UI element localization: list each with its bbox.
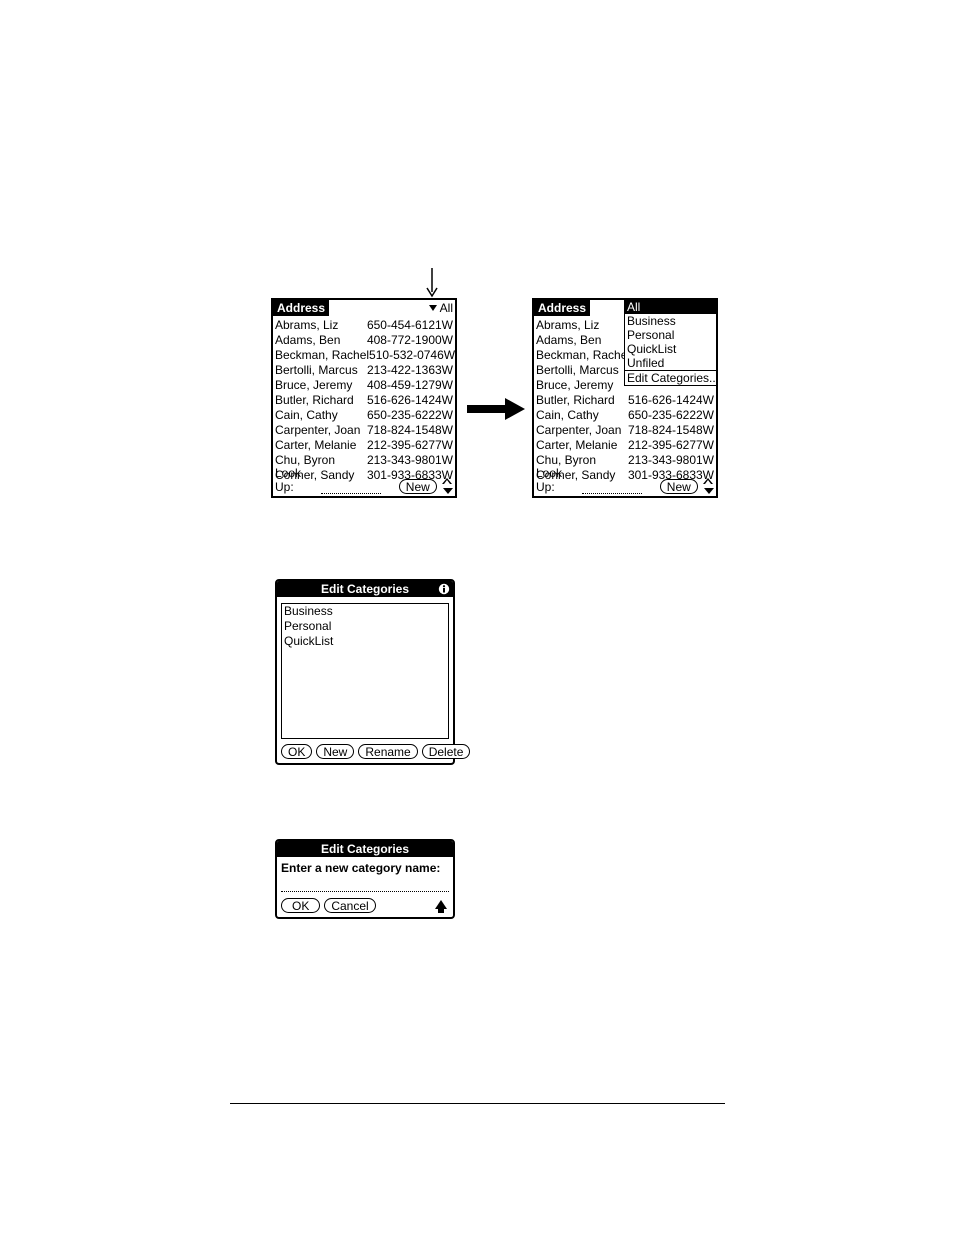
lookup-input[interactable] — [582, 481, 642, 494]
list-item[interactable]: Business — [282, 604, 448, 619]
dialog-title: Edit Categories — [321, 581, 409, 597]
category-picker-label: All — [440, 302, 453, 314]
category-picker[interactable]: All — [429, 300, 453, 316]
list-item: Butler, Richard516-626-1424W — [536, 393, 714, 408]
contact-list[interactable]: Abrams, Liz650-454-6121W Adams, Ben408-7… — [275, 318, 453, 483]
menu-item[interactable]: QuickList — [625, 342, 716, 356]
list-item: Adams, Ben408-772-1900W — [275, 333, 453, 348]
ok-button[interactable]: OK — [281, 898, 320, 913]
app-title: Address — [534, 300, 590, 316]
category-listbox[interactable]: Business Personal QuickList — [281, 603, 449, 739]
menu-item[interactable]: Business — [625, 314, 716, 328]
new-category-dialog: Edit Categories Enter a new category nam… — [275, 839, 455, 919]
menu-item[interactable]: All — [625, 300, 716, 314]
scroll-arrows[interactable] — [702, 478, 714, 494]
list-item: Bruce, Jeremy408-459-1279W — [275, 378, 453, 393]
menu-item[interactable]: Unfiled — [625, 356, 716, 370]
annotation-arrow-right — [467, 398, 525, 420]
list-item: Abrams, Liz650-454-6121W — [275, 318, 453, 333]
new-button[interactable]: New — [316, 744, 354, 759]
list-item: Carpenter, Joan718-824-1548W — [275, 423, 453, 438]
list-item: Beckman, Rachel510-532-0746W — [275, 348, 453, 363]
lookup-label: Look Up: — [275, 466, 317, 494]
lookup-label: Look Up: — [536, 466, 578, 494]
category-menu[interactable]: All Business Personal QuickList Unfiled … — [624, 299, 717, 386]
list-item: Bertolli, Marcus213-422-1363W — [275, 363, 453, 378]
list-item: Cain, Cathy650-235-6222W — [536, 408, 714, 423]
list-item[interactable]: Personal — [282, 619, 448, 634]
category-name-input[interactable] — [281, 881, 449, 892]
shift-indicator-icon — [435, 900, 447, 913]
delete-button[interactable]: Delete — [422, 744, 471, 759]
menu-item[interactable]: Personal — [625, 328, 716, 342]
ok-button[interactable]: OK — [281, 744, 312, 759]
dialog-title: Edit Categories — [321, 841, 409, 857]
annotation-arrow-down — [425, 268, 439, 298]
scroll-arrows[interactable] — [441, 478, 453, 494]
menu-item[interactable]: Edit Categories... — [625, 370, 716, 385]
list-item[interactable]: QuickList — [282, 634, 448, 649]
list-item: Carpenter, Joan718-824-1548W — [536, 423, 714, 438]
page-rule — [230, 1103, 725, 1104]
address-window-right: Address Abrams, Liz Adams, Ben Beckman, … — [532, 298, 718, 498]
edit-categories-dialog: Edit Categories Business Personal QuickL… — [275, 579, 455, 765]
lookup-input[interactable] — [321, 481, 381, 494]
list-item: Carter, Melanie212-395-6277W — [536, 438, 714, 453]
list-item: Cain, Cathy650-235-6222W — [275, 408, 453, 423]
chevron-down-icon — [429, 305, 437, 311]
info-icon[interactable] — [437, 581, 451, 597]
rename-button[interactable]: Rename — [358, 744, 417, 759]
dialog-prompt: Enter a new category name: — [281, 861, 440, 875]
list-item: Butler, Richard516-626-1424W — [275, 393, 453, 408]
app-title: Address — [273, 300, 329, 316]
address-window-left: Address All Abrams, Liz650-454-6121W Ada… — [271, 298, 457, 498]
cancel-button[interactable]: Cancel — [324, 898, 375, 913]
new-button[interactable]: New — [660, 479, 698, 494]
new-button[interactable]: New — [399, 479, 437, 494]
list-item: Carter, Melanie212-395-6277W — [275, 438, 453, 453]
